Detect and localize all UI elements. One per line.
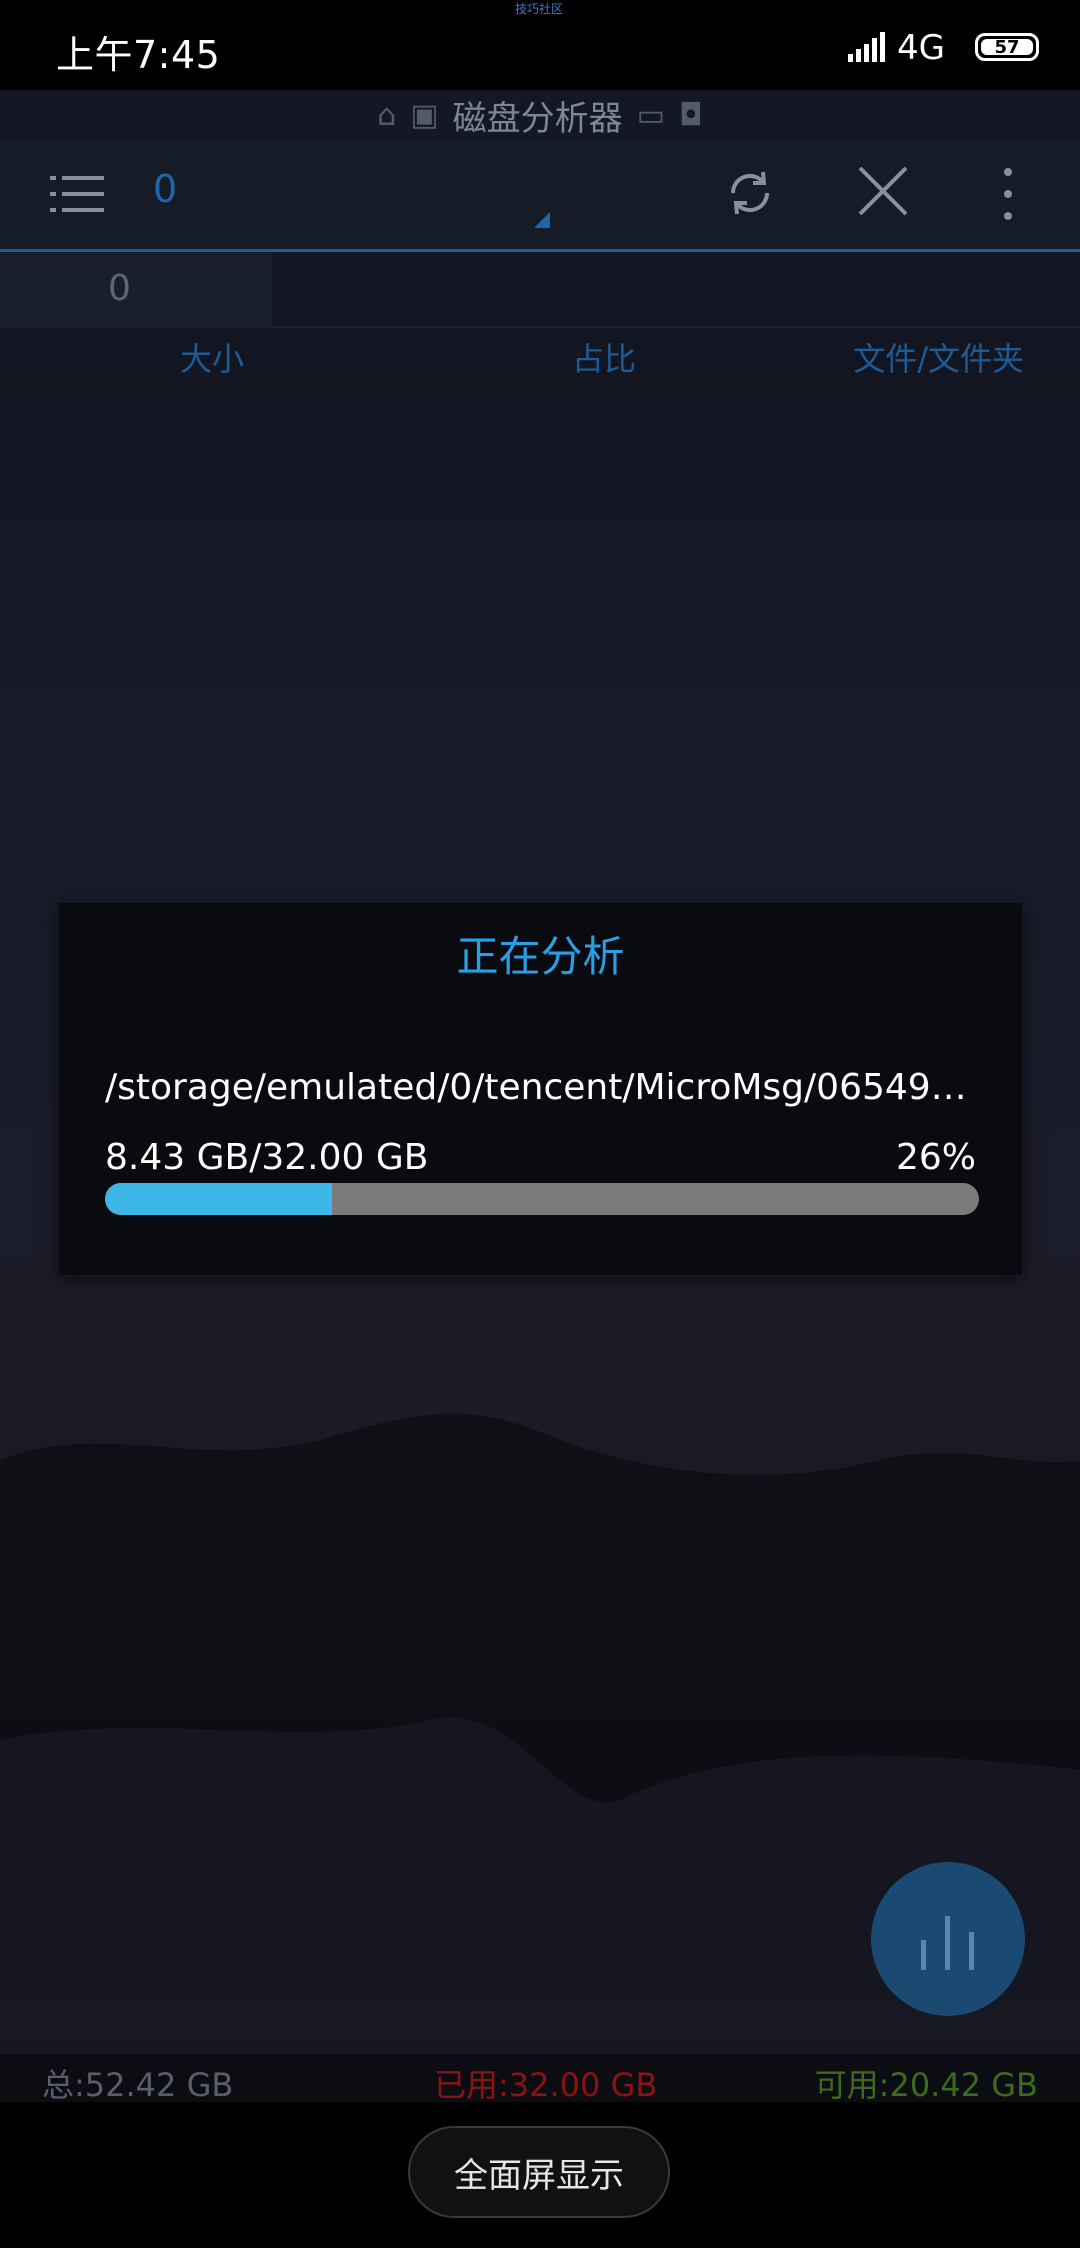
path-selector[interactable]: 0	[153, 167, 177, 211]
column-files[interactable]: 文件/文件夹	[853, 334, 1024, 380]
app-title-row: ⌂ ▣ 磁盘分析器 ▭ ◘	[0, 90, 1080, 140]
bar-chart-icon	[921, 1916, 974, 1970]
column-ratio[interactable]: 占比	[572, 334, 636, 380]
home-icon[interactable]: ⌂	[377, 98, 396, 133]
sd-card-icon: ▣	[410, 97, 439, 133]
breadcrumb-chevron-icon	[240, 252, 272, 328]
analysis-dialog: 正在分析 /storage/emulated/0/tencent/MicroMs…	[58, 902, 1023, 1276]
column-size[interactable]: 大小	[180, 334, 244, 380]
breadcrumb: 0	[0, 252, 1080, 328]
menu-icon[interactable]	[50, 170, 104, 218]
close-icon[interactable]	[858, 166, 908, 216]
battery-icon: 57	[975, 33, 1039, 61]
app-title: 磁盘分析器	[452, 98, 623, 139]
column-headers: 大小 占比 文件/文件夹	[0, 330, 1080, 378]
scan-percent: 26%	[895, 1137, 976, 1178]
fullscreen-display-button[interactable]: 全面屏显示	[408, 2126, 670, 2218]
signal-icon	[848, 32, 885, 62]
dialog-title: 正在分析	[456, 932, 625, 981]
status-time: 上午7:45	[56, 33, 221, 77]
status-bar: 技巧社区 上午7:45 4G 57	[0, 0, 1080, 90]
network-type: 4G	[897, 28, 945, 68]
bottom-bar: 全面屏显示	[0, 2102, 1080, 2248]
storage-used: 已用:32.00 GB	[434, 2066, 658, 2104]
refresh-icon[interactable]	[723, 166, 777, 220]
storage-icon: ▭	[636, 97, 666, 133]
breadcrumb-label: 0	[108, 268, 131, 309]
scan-size-progress: 8.43 GB/32.00 GB	[105, 1137, 429, 1178]
status-top-tag: 技巧社区	[515, 2, 564, 16]
android-icon: ◘	[679, 97, 703, 133]
scanning-path: /storage/emulated/0/tencent/MicroMsg/065…	[105, 1067, 967, 1108]
battery-level: 57	[994, 36, 1020, 58]
storage-summary: 总:52.42 GB 已用:32.00 GB 可用:20.42 GB	[0, 2054, 1080, 2104]
progress-bar-fill	[105, 1183, 333, 1215]
dropdown-indicator-icon[interactable]	[534, 212, 550, 228]
breadcrumb-item[interactable]: 0	[0, 252, 272, 328]
toolbar: 0	[0, 140, 1080, 252]
more-options-icon[interactable]	[1002, 166, 1014, 222]
chart-fab-button[interactable]	[871, 1862, 1025, 2016]
storage-free: 可用:20.42 GB	[814, 2066, 1038, 2104]
storage-total: 总:52.42 GB	[42, 2066, 234, 2104]
progress-bar	[105, 1183, 979, 1215]
